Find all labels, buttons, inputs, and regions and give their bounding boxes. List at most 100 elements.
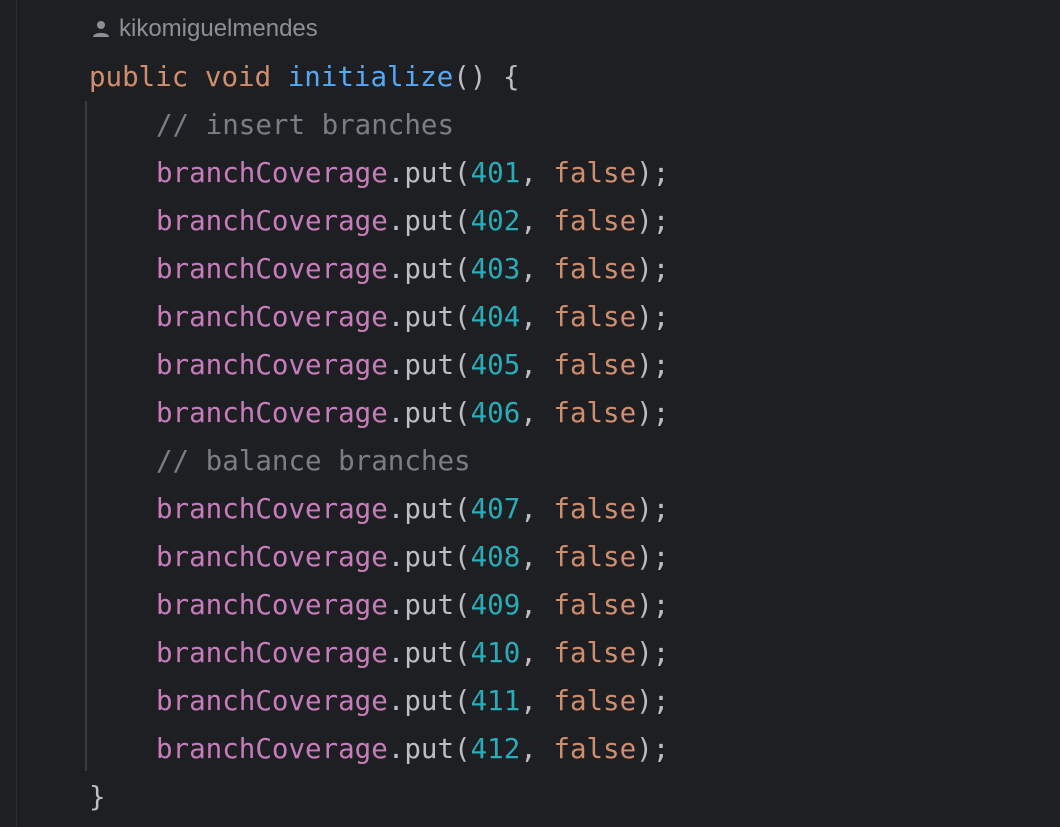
- field-reference[interactable]: branchCoverage: [156, 301, 388, 333]
- argument-separator: ,: [520, 733, 554, 765]
- argument-separator: ,: [520, 541, 554, 573]
- call-close: );: [636, 157, 670, 189]
- author-inlay-hint[interactable]: kikomiguelmendes: [92, 14, 318, 44]
- field-reference[interactable]: branchCoverage: [156, 205, 388, 237]
- branch-id-literal: 407: [470, 493, 521, 525]
- call-close: );: [636, 637, 670, 669]
- indent-guide: [85, 101, 87, 771]
- code-line[interactable]: branchCoverage.put(405, false);: [89, 341, 669, 389]
- branch-id-literal: 401: [470, 157, 521, 189]
- boolean-literal: false: [553, 301, 637, 333]
- call-close: );: [636, 253, 670, 285]
- call-close: );: [636, 301, 670, 333]
- boolean-literal: false: [553, 685, 637, 717]
- argument-separator: ,: [520, 637, 554, 669]
- argument-separator: ,: [520, 301, 554, 333]
- method-call: .put(: [387, 301, 471, 333]
- closing-brace-line[interactable]: }: [89, 773, 669, 821]
- call-close: );: [636, 541, 670, 573]
- branch-id-literal: 412: [470, 733, 521, 765]
- boolean-literal: false: [553, 253, 637, 285]
- argument-separator: ,: [520, 157, 554, 189]
- branch-id-literal: 404: [470, 301, 521, 333]
- code-line[interactable]: branchCoverage.put(409, false);: [89, 581, 669, 629]
- code-line[interactable]: branchCoverage.put(402, false);: [89, 197, 669, 245]
- call-close: );: [636, 205, 670, 237]
- field-reference[interactable]: branchCoverage: [156, 685, 388, 717]
- code-line[interactable]: branchCoverage.put(401, false);: [89, 149, 669, 197]
- method-call: .put(: [387, 157, 471, 189]
- insert-comment: // insert branches: [156, 109, 455, 141]
- code-line[interactable]: branchCoverage.put(406, false);: [89, 389, 669, 437]
- argument-separator: ,: [520, 589, 554, 621]
- comment-line[interactable]: // insert branches: [89, 101, 669, 149]
- closing-brace: }: [89, 781, 106, 813]
- call-close: );: [636, 733, 670, 765]
- method-call: .put(: [387, 397, 471, 429]
- code-line[interactable]: branchCoverage.put(412, false);: [89, 725, 669, 773]
- field-reference[interactable]: branchCoverage: [156, 493, 388, 525]
- argument-separator: ,: [520, 493, 554, 525]
- call-close: );: [636, 397, 670, 429]
- method-call: .put(: [387, 541, 471, 573]
- method-call: .put(: [387, 637, 471, 669]
- boolean-literal: false: [553, 637, 637, 669]
- argument-separator: ,: [520, 205, 554, 237]
- branch-id-literal: 410: [470, 637, 521, 669]
- code-line[interactable]: branchCoverage.put(410, false);: [89, 629, 669, 677]
- boolean-literal: false: [553, 157, 637, 189]
- balance-comment: // balance branches: [156, 445, 471, 477]
- branch-id-literal: 409: [470, 589, 521, 621]
- boolean-literal: false: [553, 589, 637, 621]
- method-signature-line[interactable]: public void initialize() {: [89, 53, 669, 101]
- method-call: .put(: [387, 349, 471, 381]
- call-close: );: [636, 493, 670, 525]
- argument-separator: ,: [520, 349, 554, 381]
- comment-line[interactable]: // balance branches: [89, 437, 669, 485]
- call-close: );: [636, 349, 670, 381]
- branch-id-literal: 406: [470, 397, 521, 429]
- modifier-keyword: public: [89, 61, 189, 93]
- field-reference[interactable]: branchCoverage: [156, 541, 388, 573]
- call-close: );: [636, 589, 670, 621]
- field-reference[interactable]: branchCoverage: [156, 253, 388, 285]
- branch-id-literal: 405: [470, 349, 521, 381]
- code-line[interactable]: branchCoverage.put(404, false);: [89, 293, 669, 341]
- field-reference[interactable]: branchCoverage: [156, 349, 388, 381]
- field-reference[interactable]: branchCoverage: [156, 733, 388, 765]
- author-name: kikomiguelmendes: [119, 15, 318, 42]
- branch-id-literal: 408: [470, 541, 521, 573]
- boolean-literal: false: [553, 397, 637, 429]
- method-params: () {: [453, 61, 520, 93]
- boolean-literal: false: [553, 493, 637, 525]
- balance-statements: branchCoverage.put(407, false); branchCov…: [89, 485, 669, 773]
- person-icon: [93, 21, 109, 37]
- gutter-divider: [16, 0, 17, 827]
- method-call: .put(: [387, 253, 471, 285]
- method-call: .put(: [387, 205, 471, 237]
- method-name[interactable]: initialize: [288, 61, 454, 93]
- method-call: .put(: [387, 589, 471, 621]
- code-block[interactable]: public void initialize() { // insert bra…: [89, 53, 669, 821]
- method-call: .put(: [387, 685, 471, 717]
- argument-separator: ,: [520, 685, 554, 717]
- code-line[interactable]: branchCoverage.put(403, false);: [89, 245, 669, 293]
- code-line[interactable]: branchCoverage.put(411, false);: [89, 677, 669, 725]
- code-line[interactable]: branchCoverage.put(407, false);: [89, 485, 669, 533]
- field-reference[interactable]: branchCoverage: [156, 637, 388, 669]
- argument-separator: ,: [520, 397, 554, 429]
- boolean-literal: false: [553, 541, 637, 573]
- code-line[interactable]: branchCoverage.put(408, false);: [89, 533, 669, 581]
- field-reference[interactable]: branchCoverage: [156, 157, 388, 189]
- boolean-literal: false: [553, 205, 637, 237]
- field-reference[interactable]: branchCoverage: [156, 589, 388, 621]
- branch-id-literal: 411: [470, 685, 521, 717]
- field-reference[interactable]: branchCoverage: [156, 397, 388, 429]
- method-call: .put(: [387, 493, 471, 525]
- branch-id-literal: 402: [470, 205, 521, 237]
- code-editor[interactable]: kikomiguelmendes public void initialize(…: [0, 0, 1060, 827]
- method-call: .put(: [387, 733, 471, 765]
- boolean-literal: false: [553, 733, 637, 765]
- insert-statements: branchCoverage.put(401, false); branchCov…: [89, 149, 669, 437]
- branch-id-literal: 403: [470, 253, 521, 285]
